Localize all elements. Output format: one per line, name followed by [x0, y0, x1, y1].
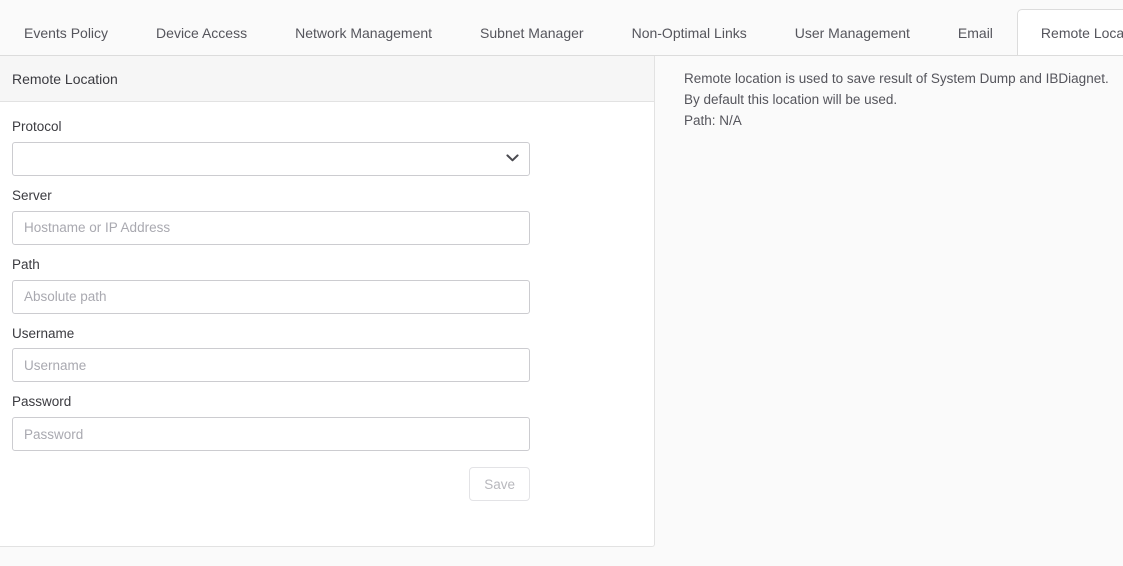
server-field: Server	[12, 189, 642, 245]
tab-subnet-manager[interactable]: Subnet Manager	[456, 9, 608, 55]
server-input[interactable]	[12, 211, 530, 245]
path-label: Path	[12, 258, 642, 273]
panel-title: Remote Location	[12, 71, 118, 87]
tab-user-management[interactable]: User Management	[771, 9, 934, 55]
password-field: Password	[12, 395, 642, 451]
password-label: Password	[12, 395, 642, 410]
protocol-field: Protocol	[12, 120, 642, 176]
page-body: Remote Location Protocol Server	[0, 56, 1123, 566]
tab-network-management[interactable]: Network Management	[271, 9, 456, 55]
server-label: Server	[12, 189, 642, 204]
tab-label: Events Policy	[24, 26, 108, 40]
tab-label: Device Access	[156, 26, 247, 40]
form-actions: Save	[12, 467, 530, 501]
save-button[interactable]: Save	[469, 467, 530, 501]
tab-label: User Management	[795, 26, 910, 40]
protocol-label: Protocol	[12, 120, 642, 135]
tab-non-optimal-links[interactable]: Non-Optimal Links	[608, 9, 771, 55]
tab-events-policy[interactable]: Events Policy	[0, 9, 132, 55]
remote-location-panel: Remote Location Protocol Server	[0, 56, 655, 547]
remote-location-info: Remote location is used to save result o…	[655, 56, 1123, 131]
settings-tabbar: Events Policy Device Access Network Mana…	[0, 0, 1123, 56]
path-input[interactable]	[12, 280, 530, 314]
tab-remote-location[interactable]: Remote Location	[1017, 9, 1123, 55]
password-input[interactable]	[12, 417, 530, 451]
tab-label: Network Management	[295, 26, 432, 40]
username-input[interactable]	[12, 348, 530, 382]
tab-email[interactable]: Email	[934, 9, 1017, 55]
username-field: Username	[12, 327, 642, 383]
protocol-select[interactable]	[12, 142, 530, 176]
remote-location-form: Protocol Server Path	[0, 102, 654, 546]
username-label: Username	[12, 327, 642, 342]
tab-label: Subnet Manager	[480, 26, 584, 40]
tab-label: Non-Optimal Links	[632, 26, 747, 40]
info-line-path: Path: N/A	[684, 110, 1123, 131]
tab-label: Email	[958, 26, 993, 40]
protocol-select-wrap	[12, 142, 530, 176]
tab-list: Events Policy Device Access Network Mana…	[0, 9, 1123, 55]
panel-header: Remote Location	[0, 56, 654, 102]
path-field: Path	[12, 258, 642, 314]
tab-device-access[interactable]: Device Access	[132, 9, 271, 55]
info-line-description: Remote location is used to save result o…	[684, 68, 1123, 89]
info-line-default: By default this location will be used.	[684, 89, 1123, 110]
tab-label: Remote Location	[1041, 26, 1123, 40]
